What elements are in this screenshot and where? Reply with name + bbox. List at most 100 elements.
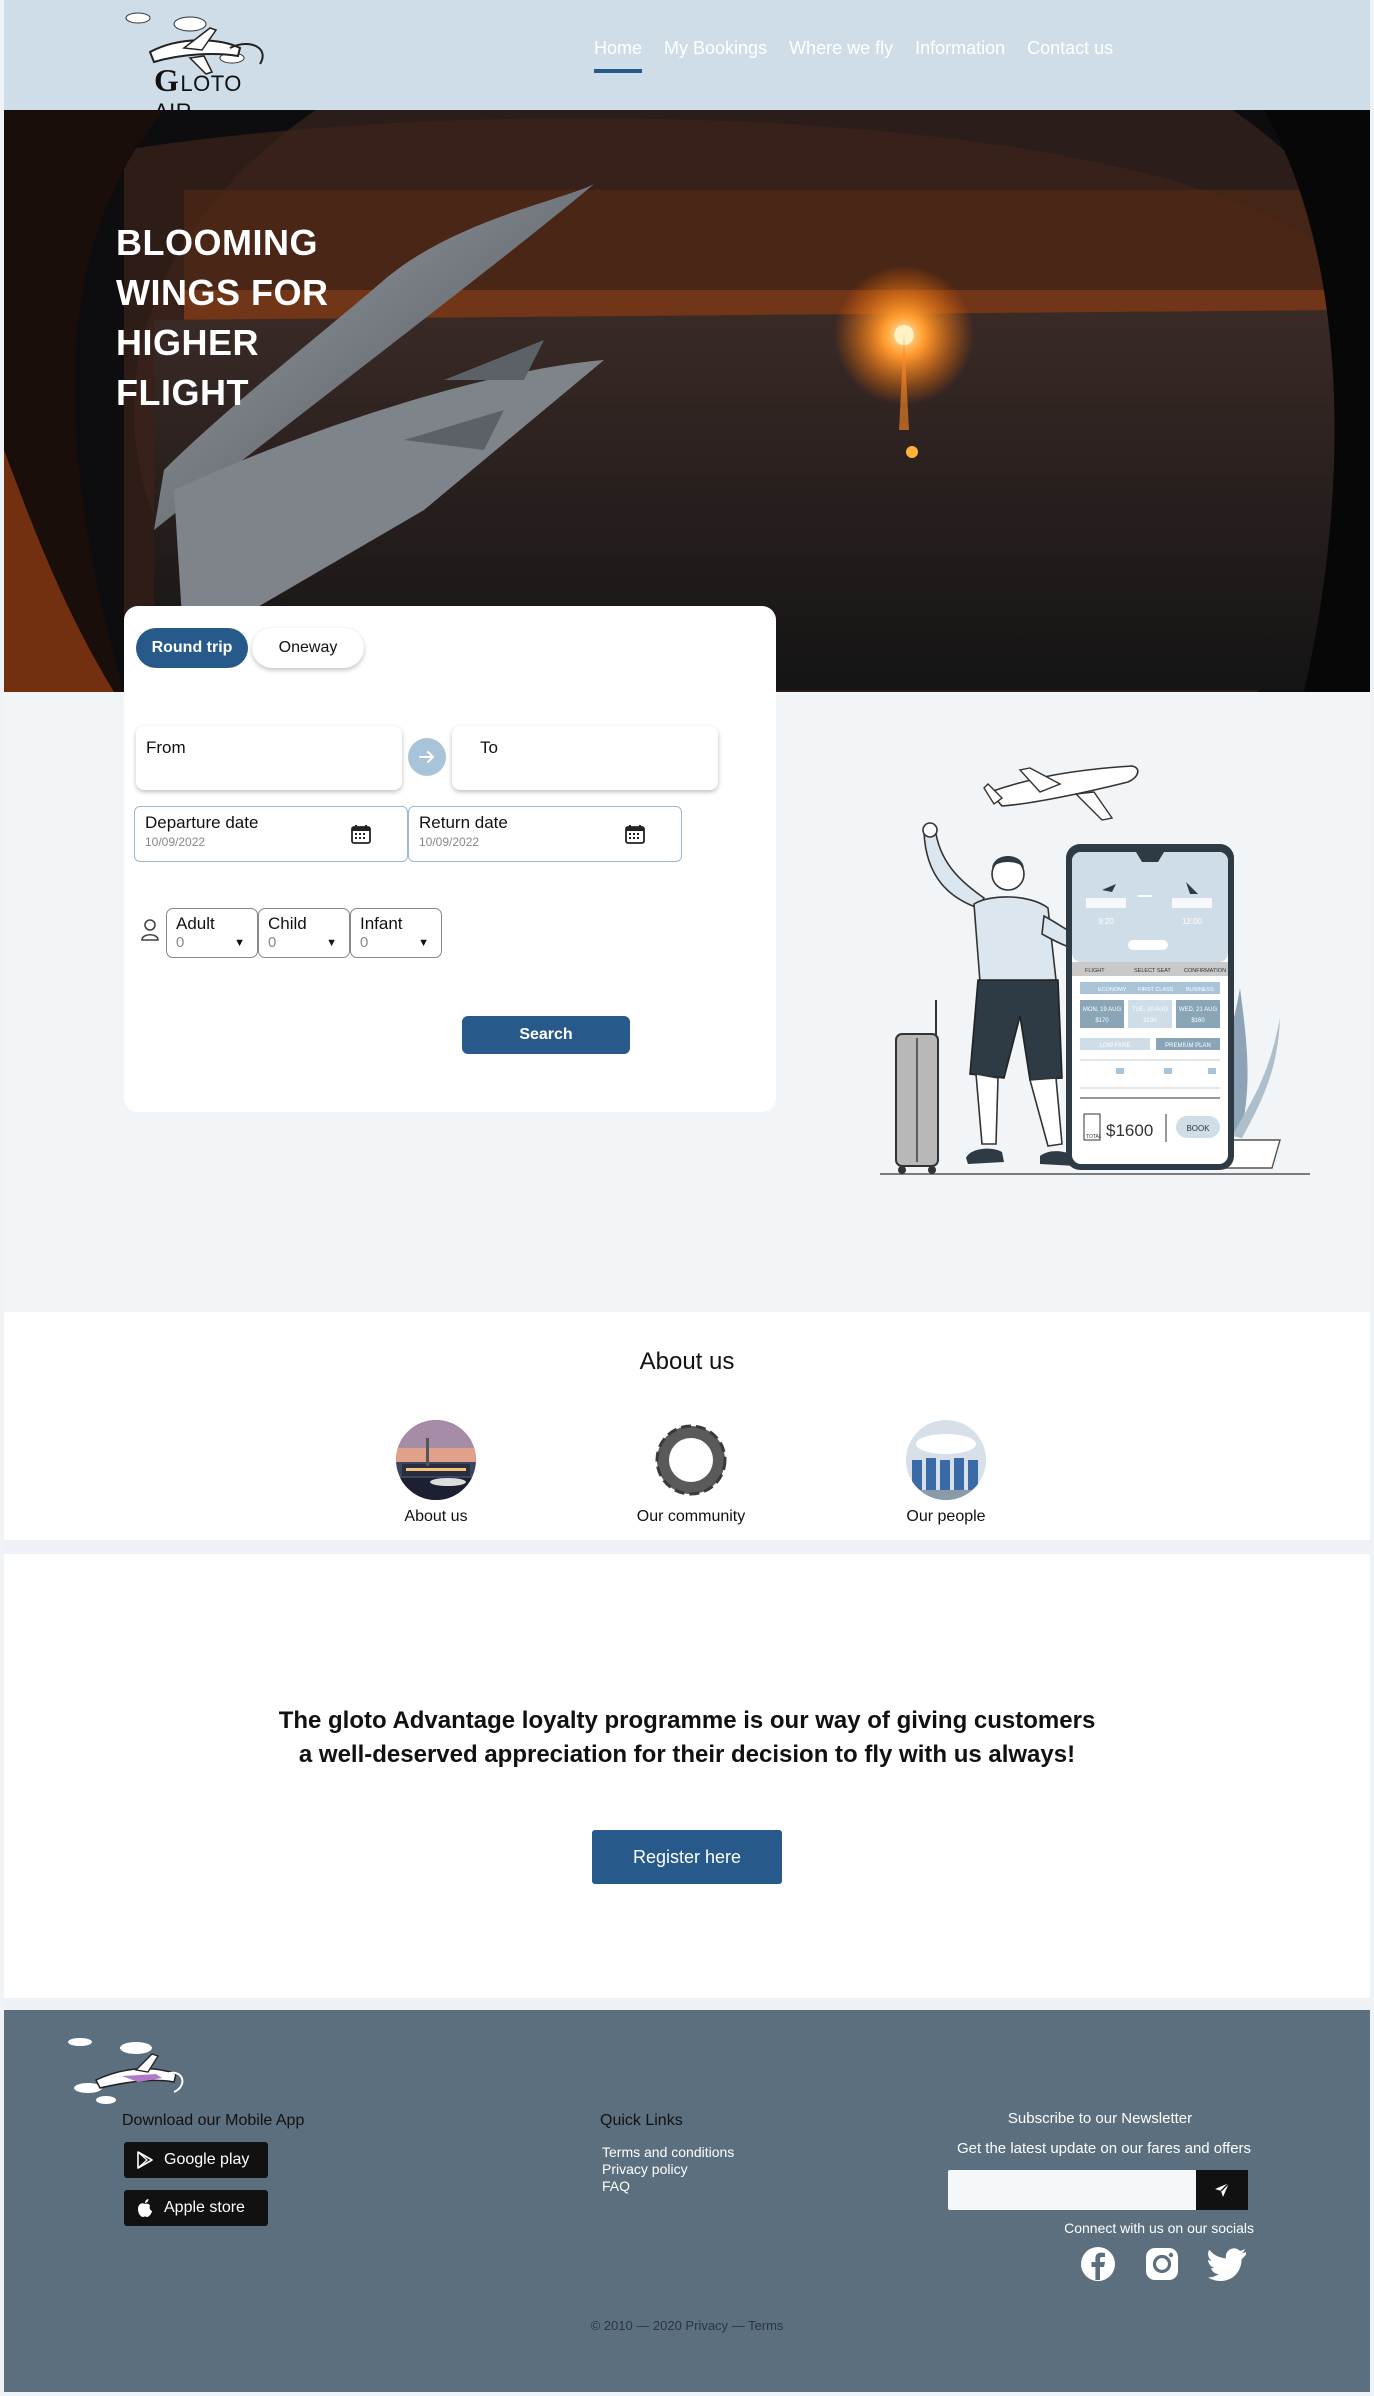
to-field[interactable]: To [452,726,718,790]
phone-tab-seat: SELECT SEAT [1134,968,1171,974]
infant-select[interactable]: Infant 0 ▼ [350,908,442,958]
privacy-link[interactable]: Privacy policy [602,2161,734,2178]
newsletter-email-input[interactable] [948,2170,1196,2210]
send-icon [1215,2182,1230,2197]
hero-title-line: WINGS FOR [116,272,329,313]
google-play-icon [137,2151,153,2169]
phone-time-arrival: 12:00 [1182,917,1203,926]
quick-links-title: Quick Links [600,2112,683,2129]
download-app-title: Download our Mobile App [122,2112,305,2129]
caret-down-icon: ▼ [234,937,245,949]
phone-plan-low: LOW FARE [1099,1043,1130,1049]
register-button[interactable]: Register here [592,1830,782,1884]
suitcase-illustration [895,1000,939,1174]
loyalty-line: The gloto Advantage loyalty programme is… [278,1707,1096,1734]
loyalty-section: The gloto Advantage loyalty programme is… [4,1554,1370,1998]
phone-tab-confirm: CONFIRMATION [1184,968,1226,974]
copyright-text: © 2010 — 2020 Privacy — Terms [590,2318,784,2333]
phone-book-button: BOOK [1186,1124,1210,1133]
about-section: About us About us Our community Our peop… [4,1312,1370,1540]
phone-total-value: $1600 [1106,1121,1153,1140]
apple-store-label: Apple store [164,2199,245,2216]
phone-mockup: 9:20 12:00 FLIGHT SELECT SEAT CONFIRMATI… [1066,844,1234,1170]
flight-search-form: Round trip Oneway From To Departure date… [124,606,776,1112]
trip-type-toggle: Round trip Oneway [136,628,364,668]
to-label: To [480,738,498,757]
nav-home[interactable]: Home [594,38,643,73]
google-play-button[interactable]: Google play [124,2142,268,2178]
caret-down-icon: ▼ [326,937,337,949]
faq-link[interactable]: FAQ [602,2178,734,2195]
departure-date-field[interactable]: Departure date 10/09/2022 [134,806,408,862]
section-divider [4,1998,1370,2010]
calendar-icon[interactable] [625,824,645,844]
loyalty-line: a well-deserved appreciation for their d… [298,1741,1076,1768]
phone-class-economy: ECONOMY [1098,987,1127,993]
phone-class-business: BUSINESS [1186,987,1214,993]
child-select[interactable]: Child 0 ▼ [258,908,350,958]
about-title: About us [639,1348,735,1375]
nav-information[interactable]: Information [915,38,1005,73]
apple-store-button[interactable]: Apple store [124,2190,268,2226]
phone-tab-flight: FLIGHT [1085,968,1105,974]
hero-banner: BLOOMING WINGS FOR HIGHER FLIGHT [4,110,1370,692]
calendar-icon[interactable] [351,824,371,844]
phone-class-first: FIRST CLASS [1138,987,1174,993]
quick-links-list: Terms and conditions Privacy policy FAQ [602,2144,734,2195]
infant-label: Infant [360,914,403,933]
caret-down-icon: ▼ [418,937,429,949]
site-header: GLOTO AIR Home My Bookings Where we fly … [4,0,1370,124]
newsletter-subtitle: Get the latest update on our fares and o… [956,2140,1252,2157]
adult-label: Adult [176,914,215,933]
phone-price-1: $170 [1095,1018,1109,1024]
adult-select[interactable]: Adult 0 ▼ [166,908,258,958]
from-field[interactable]: From [136,726,402,790]
instagram-icon[interactable] [1144,2246,1180,2282]
terms-link[interactable]: Terms and conditions [602,2144,734,2161]
oneway-button[interactable]: Oneway [252,628,364,668]
crew-image [906,1420,986,1500]
nav-my-bookings[interactable]: My Bookings [664,38,767,73]
our-community-label: Our community [636,1508,746,1525]
swap-direction-button[interactable] [408,738,446,776]
round-trip-button[interactable]: Round trip [136,628,248,668]
phone-date-2: TUE, 20 AUG [1132,1007,1169,1013]
about-us-card[interactable]: About us [356,1420,516,1526]
return-date-field[interactable]: Return date 10/09/2022 [408,806,682,862]
facebook-icon[interactable] [1080,2246,1116,2282]
nav-contact-us[interactable]: Contact us [1027,38,1113,73]
main-nav: Home My Bookings Where we fly Informatio… [594,38,1113,73]
social-links [1080,2246,1248,2282]
phone-time-departure: 9:20 [1098,917,1114,926]
apple-icon [138,2199,152,2217]
nav-where-we-fly[interactable]: Where we fly [789,38,893,73]
phone-total-label: TOTAL [1086,1134,1102,1140]
socials-title: Connect with us on our socials [1064,2220,1254,2236]
hero-title-line: BLOOMING [116,222,318,263]
phone-price-3: $160 [1191,1018,1205,1024]
from-label: From [146,738,186,757]
brand-logo[interactable]: GLOTO AIR [120,8,280,124]
page: GLOTO AIR Home My Bookings Where we fly … [4,0,1370,2392]
our-people-card[interactable]: Our people [866,1420,1026,1526]
our-people-label: Our people [906,1508,986,1525]
footer-logo-icon [68,2038,184,2104]
phone-price-2: $190 [1143,1018,1157,1024]
phone-plan-premium: PREMIUM PLAN [1165,1043,1211,1049]
child-label: Child [268,914,307,933]
traveler-illustration: 9:20 12:00 FLIGHT SELECT SEAT CONFIRMATI… [880,748,1320,1184]
twitter-icon[interactable] [1208,2246,1248,2282]
section-divider [4,1540,1370,1554]
hero-title: BLOOMING WINGS FOR HIGHER FLIGHT [116,218,328,418]
hero-title-line: HIGHER [116,322,260,363]
our-community-card[interactable]: Our community [611,1420,771,1526]
search-button[interactable]: Search [462,1016,630,1054]
newsletter-send-button[interactable] [1196,2170,1248,2210]
google-play-label: Google play [164,2151,250,2168]
person-icon [141,919,159,941]
arrow-right-icon [419,751,434,763]
airport-image [396,1420,476,1500]
plane-illustration [983,765,1139,821]
phone-date-3: WED, 21 AUG [1179,1007,1218,1013]
about-us-label: About us [404,1508,468,1525]
